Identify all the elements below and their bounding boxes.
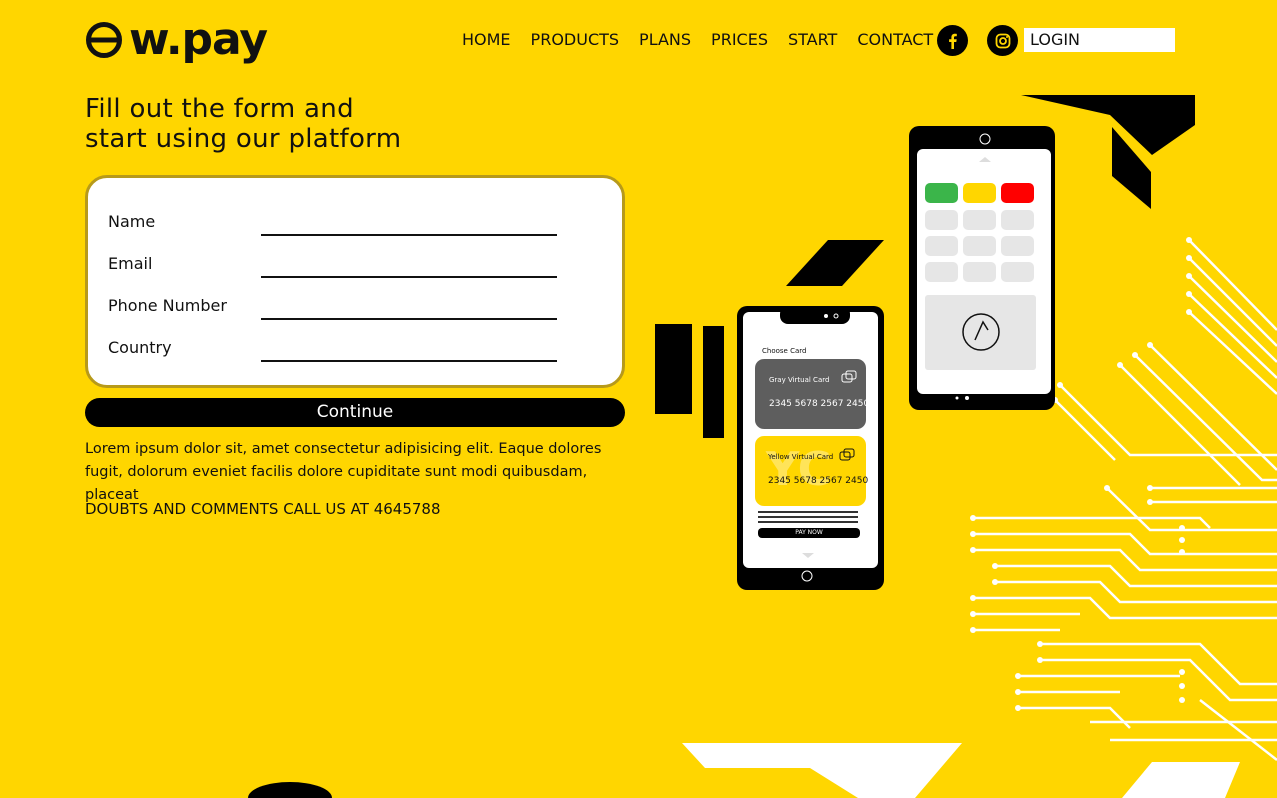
logo[interactable]: w.pay [85,14,268,65]
nav-start[interactable]: START [788,31,837,49]
keypad-red-key [1001,183,1034,203]
phone-keypad-illustration [909,126,1055,410]
country-field-row: Country [108,338,568,368]
deco-black-dome [248,782,332,798]
nav-home[interactable]: HOME [462,31,511,49]
instagram-icon [995,33,1010,48]
nav-plans[interactable]: PLANS [639,31,691,49]
name-label: Name [108,212,156,231]
email-label: Email [108,254,153,273]
keypad-green-key [925,183,958,203]
gray-virtual-card [755,359,866,429]
description-text: Lorem ipsum dolor sit, amet consectetur … [85,441,602,503]
deco-white-shape [682,743,962,798]
yellow-card-number: 2345 5678 2567 2450 [768,476,869,486]
instagram-link[interactable] [987,25,1018,56]
contact-note: DOUBTS AND COMMENTS CALL US AT 4645788 [85,500,441,518]
phone-label: Phone Number [108,296,227,315]
facebook-icon [948,33,957,49]
deco-white-shape [1122,762,1240,798]
email-input[interactable] [261,276,557,278]
login-button[interactable]: LOGIN [1024,28,1175,52]
nav-products[interactable]: PRODUCTS [531,31,620,49]
main-nav: HOME PRODUCTS PLANS PRICES START CONTACT [462,31,933,49]
yellow-card-watermark: YC [766,442,832,496]
signup-form: Name Email Phone Number Country [85,175,625,388]
keypad-yellow-key [963,183,996,203]
pay-now-label: PAY NOW [795,529,823,536]
continue-button[interactable]: Continue [85,398,625,427]
page-title: Fill out the form and start using our pl… [85,94,401,154]
facebook-link[interactable] [937,25,968,56]
nav-prices[interactable]: PRICES [711,31,768,49]
deco-black-bar [703,326,724,438]
email-field-row: Email [108,254,568,284]
deco-black-parallelogram [786,240,884,286]
nav-contact[interactable]: CONTACT [857,31,933,49]
deco-black-bar [655,324,692,414]
gray-card-number: 2345 5678 2567 2450 [769,399,870,409]
name-input[interactable] [261,234,557,236]
yellow-card-title: Yellow Virtual Card [768,453,834,461]
headline-line-2: start using our platform [85,124,402,154]
phone-input[interactable] [261,318,557,320]
phone-field-row: Phone Number [108,296,568,326]
country-input[interactable] [261,360,557,362]
logo-text: w.pay [129,14,268,65]
country-label: Country [108,338,172,357]
logo-mark-icon [86,22,122,58]
choose-card-heading: Choose Card [762,347,807,355]
name-field-row: Name [108,212,568,242]
gray-card-title: Gray Virtual Card [769,376,830,384]
headline-line-1: Fill out the form and [85,94,354,124]
